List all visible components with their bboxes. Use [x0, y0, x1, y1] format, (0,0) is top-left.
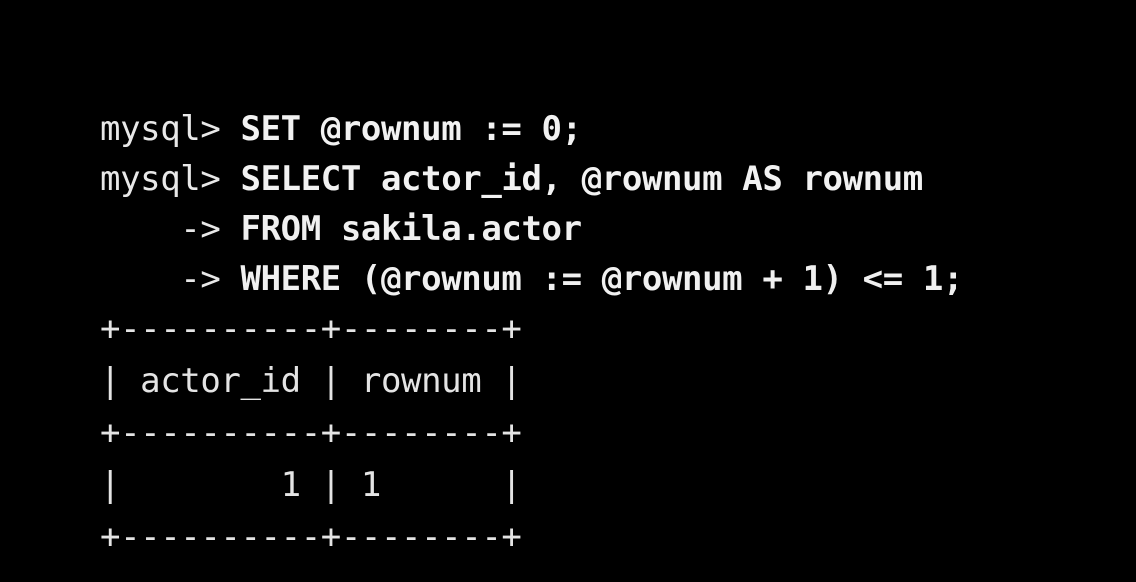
result-table-row: | 1 | 1 | [100, 465, 522, 505]
mysql-prompt: mysql> [100, 109, 241, 149]
result-table-header: | actor_id | rownum | [100, 361, 522, 401]
continuation-prompt: -> [100, 259, 241, 299]
terminal-line: mysql> SET @rownum := 0; [100, 104, 963, 154]
terminal-output: mysql> SET @rownum := 0; mysql> SELECT a… [100, 104, 963, 564]
result-table-border: +----------+--------+ [100, 413, 522, 453]
sql-command: SELECT actor_id, @rownum AS rownum [240, 159, 924, 199]
terminal-line: mysql> SELECT actor_id, @rownum AS rownu… [100, 154, 963, 204]
mysql-prompt: mysql> [100, 159, 241, 199]
continuation-prompt: -> [100, 209, 241, 249]
sql-command: SET @rownum := 0; [240, 109, 583, 149]
sql-command: WHERE (@rownum := @rownum + 1) <= 1; [240, 259, 964, 299]
terminal-line: -> FROM sakila.actor [100, 204, 963, 254]
result-table-border: +----------+--------+ [100, 309, 522, 349]
result-table-border: +----------+--------+ [100, 517, 522, 557]
sql-command: FROM sakila.actor [240, 209, 583, 249]
terminal-line: -> WHERE (@rownum := @rownum + 1) <= 1; [100, 254, 963, 304]
